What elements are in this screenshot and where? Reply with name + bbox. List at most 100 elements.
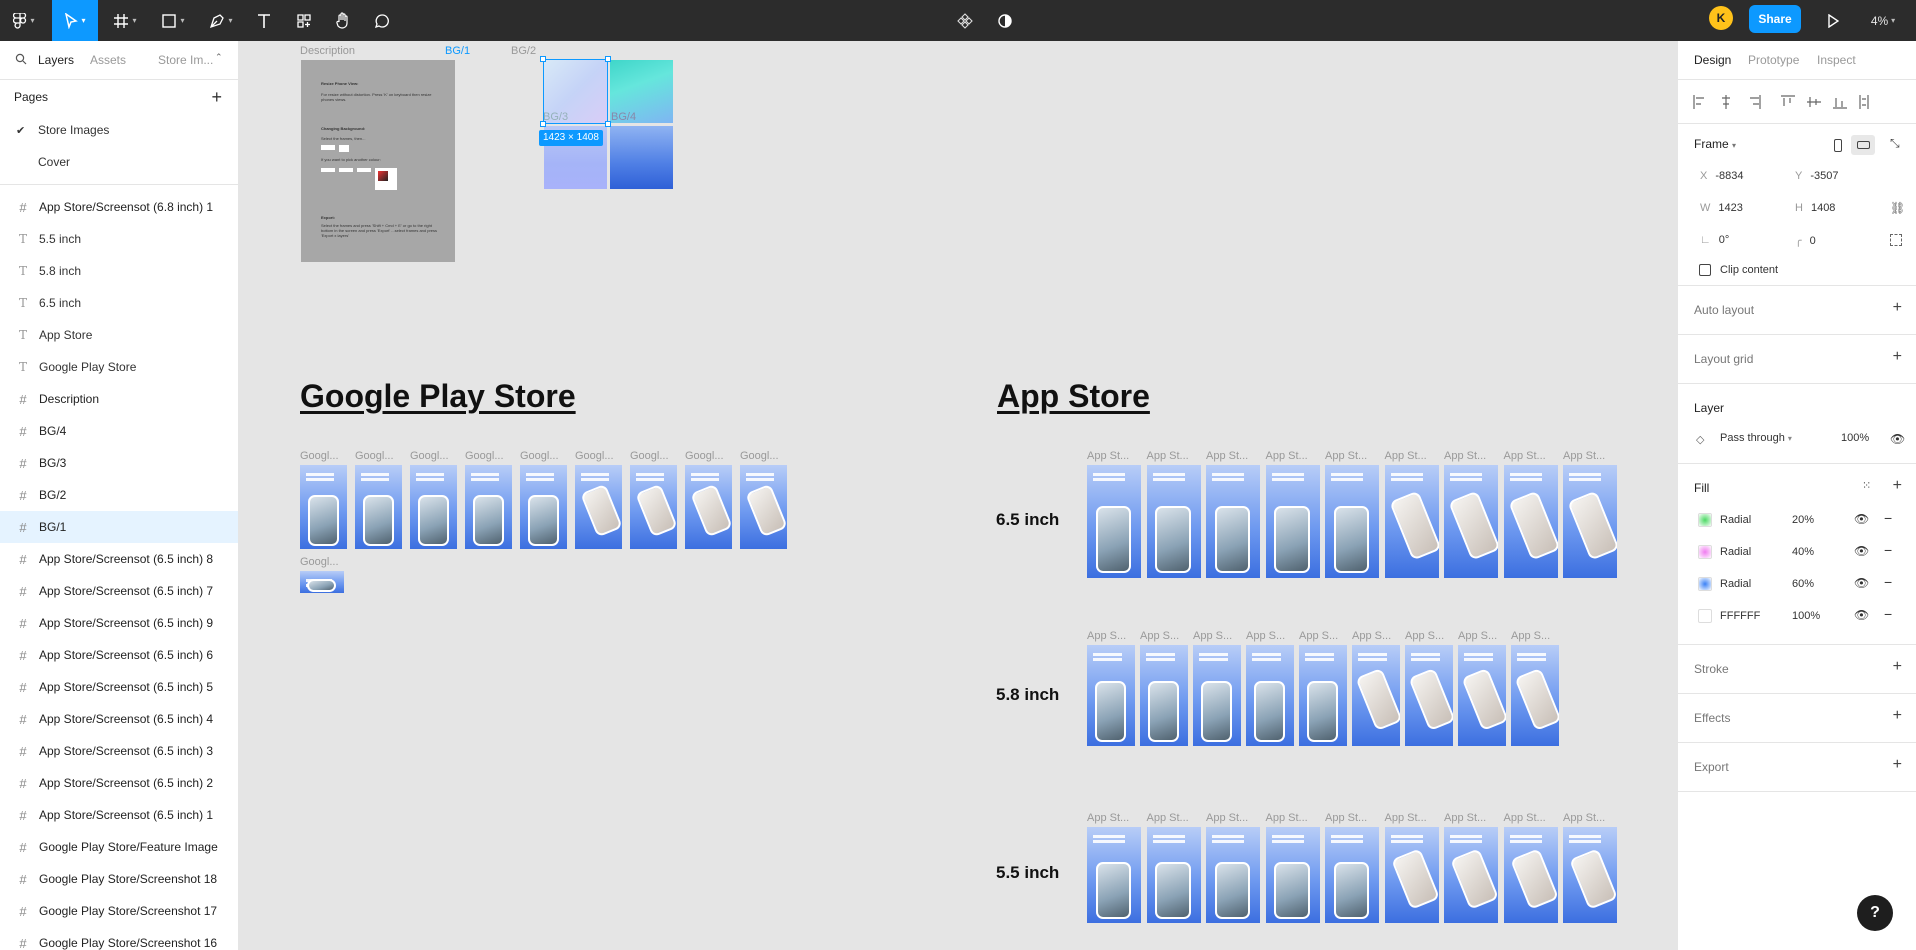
screenshot-frame[interactable] — [1444, 465, 1498, 578]
resize-handle[interactable] — [605, 56, 611, 62]
frame-label[interactable]: App St... — [1385, 812, 1427, 824]
eye-icon[interactable]: 👁 — [1854, 512, 1869, 526]
screenshot-frame[interactable] — [1352, 645, 1400, 746]
tab-prototype[interactable]: Prototype — [1748, 53, 1799, 67]
screenshot-frame[interactable] — [1458, 645, 1506, 746]
eye-icon[interactable]: 👁 — [1854, 608, 1869, 622]
share-button[interactable]: Share — [1749, 5, 1801, 33]
screenshot-frame[interactable] — [1265, 465, 1320, 578]
layer-item[interactable]: # App Store/Screensot (6.5 inch) 8 — [0, 543, 238, 575]
frame-label[interactable]: App St... — [1325, 812, 1367, 824]
frame-label[interactable]: Googl... — [300, 556, 339, 568]
bg4-frame[interactable] — [610, 126, 673, 189]
alignment-icons[interactable] — [1692, 94, 1902, 110]
screenshot-frame[interactable] — [300, 465, 347, 549]
layer-item[interactable]: # App Store/Screensot (6.5 inch) 5 — [0, 671, 238, 703]
independent-corners-icon[interactable] — [1890, 234, 1902, 246]
resize-handle[interactable] — [540, 121, 546, 127]
frame-title[interactable]: Frame ▾ — [1694, 137, 1736, 151]
tab-assets[interactable]: Assets — [90, 53, 126, 67]
remove-fill-icon[interactable]: − — [1884, 574, 1892, 590]
bg4-label[interactable]: BG/4 — [611, 111, 636, 123]
layer-item[interactable]: # App Store/Screensot (6.5 inch) 9 — [0, 607, 238, 639]
page-item-cover[interactable]: Cover — [0, 146, 238, 178]
layer-item[interactable]: T Google Play Store — [0, 351, 238, 383]
layer-opacity-field[interactable]: 100% — [1841, 432, 1869, 444]
layer-item[interactable]: T 6.5 inch — [0, 287, 238, 319]
layer-item[interactable]: # App Store/Screensot (6.8 inch) 1 — [0, 191, 238, 223]
frame-label[interactable]: App St... — [1563, 812, 1605, 824]
frame-label[interactable]: App St... — [1563, 450, 1605, 462]
frame-label[interactable]: Googl... — [630, 450, 669, 462]
frame-label[interactable]: App St... — [1147, 812, 1189, 824]
screenshot-frame[interactable] — [1384, 827, 1439, 923]
layer-item[interactable]: # BG/3 — [0, 447, 238, 479]
layer-item[interactable]: # App Store/Screensot (6.5 inch) 3 — [0, 735, 238, 767]
screenshot-frame[interactable] — [1563, 827, 1617, 923]
text-tool-button[interactable] — [250, 0, 278, 41]
move-tool-button[interactable]: ▾ — [52, 0, 98, 41]
frame-label[interactable]: App S... — [1193, 630, 1232, 642]
fill-type[interactable]: Radial — [1720, 546, 1751, 558]
main-menu-button[interactable]: ▾ — [6, 0, 42, 41]
layer-item[interactable]: # App Store/Screensot (6.5 inch) 1 — [0, 799, 238, 831]
fill-swatch[interactable] — [1698, 545, 1712, 559]
frame-label[interactable]: App S... — [1352, 630, 1391, 642]
screenshot-frame[interactable] — [1503, 465, 1558, 578]
add-page-icon[interactable]: + — [211, 87, 222, 108]
add-fill-icon[interactable]: + — [1893, 477, 1902, 495]
size-label-5-5[interactable]: 5.5 inch — [996, 863, 1059, 883]
size-label-5-8[interactable]: 5.8 inch — [996, 685, 1059, 705]
screenshot-frame[interactable] — [520, 465, 567, 549]
layer-item[interactable]: # App Store/Screensot (6.5 inch) 2 — [0, 767, 238, 799]
present-button[interactable] — [1820, 0, 1846, 41]
constrain-proportions-icon[interactable]: ⛓ — [1890, 201, 1905, 215]
layer-item[interactable]: # Google Play Store/Screenshot 17 — [0, 895, 238, 927]
remove-fill-icon[interactable]: − — [1884, 542, 1892, 558]
frame-label[interactable]: Googl... — [410, 450, 449, 462]
frame-label[interactable]: App St... — [1206, 450, 1248, 462]
app-store-heading[interactable]: App Store — [997, 378, 1150, 415]
screenshot-frame[interactable] — [1444, 827, 1498, 923]
frame-label[interactable]: Googl... — [300, 450, 339, 462]
fill-opacity[interactable]: 40% — [1792, 546, 1814, 558]
screenshot-frame[interactable] — [1246, 645, 1294, 746]
tab-inspect[interactable]: Inspect — [1817, 53, 1856, 67]
screenshot-frame[interactable] — [740, 465, 787, 549]
screenshot-frame[interactable] — [1265, 827, 1320, 923]
pen-tool-button[interactable]: ▾ — [200, 0, 242, 41]
frame-label[interactable]: App St... — [1444, 450, 1486, 462]
help-button[interactable]: ? — [1857, 895, 1893, 931]
screenshot-frame[interactable] — [300, 571, 344, 593]
eye-icon[interactable]: 👁 — [1890, 432, 1905, 446]
frame-label[interactable]: Googl... — [355, 450, 394, 462]
frame-label[interactable]: App S... — [1140, 630, 1179, 642]
screenshot-frame[interactable] — [1299, 645, 1347, 746]
resources-button[interactable] — [290, 0, 318, 41]
screenshot-frame[interactable] — [1087, 465, 1141, 578]
layer-item[interactable]: # BG/2 — [0, 479, 238, 511]
add-export-icon[interactable]: + — [1893, 756, 1902, 774]
frame-tool-button[interactable]: ▾ — [104, 0, 146, 41]
frame-label[interactable]: Googl... — [465, 450, 504, 462]
frame-label[interactable]: Googl... — [520, 450, 559, 462]
screenshot-frame[interactable] — [1087, 827, 1141, 923]
screenshot-frame[interactable] — [1384, 465, 1439, 578]
description-frame[interactable]: Resize Phone View: For resize without di… — [301, 60, 455, 262]
shape-tool-button[interactable]: ▾ — [152, 0, 194, 41]
frame-label[interactable]: App St... — [1206, 812, 1248, 824]
frame-label[interactable]: App S... — [1246, 630, 1285, 642]
resize-handle[interactable] — [540, 56, 546, 62]
bg2-label[interactable]: BG/2 — [511, 45, 536, 57]
hand-tool-button[interactable] — [329, 0, 357, 41]
screenshot-frame[interactable] — [1087, 645, 1135, 746]
eye-icon[interactable]: 👁 — [1854, 544, 1869, 558]
zoom-menu[interactable]: 4% ▾ — [1862, 0, 1904, 41]
remove-fill-icon[interactable]: − — [1884, 510, 1892, 526]
frame-label[interactable]: App St... — [1266, 812, 1308, 824]
layer-item[interactable]: T 5.8 inch — [0, 255, 238, 287]
chevron-up-icon[interactable]: ⌃ — [215, 52, 223, 63]
portrait-icon[interactable] — [1828, 135, 1848, 155]
canvas[interactable]: Description Resize Phone View: For resiz… — [239, 41, 1677, 950]
screenshot-frame[interactable] — [1511, 645, 1559, 746]
